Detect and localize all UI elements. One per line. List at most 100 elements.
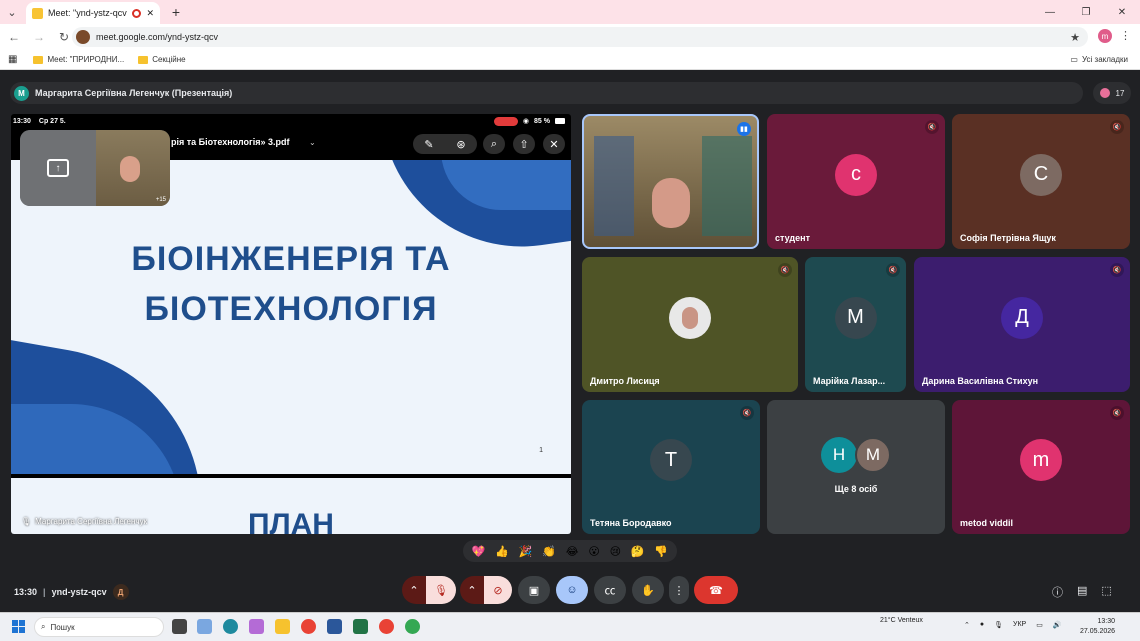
search-icon[interactable]: ⌕ — [483, 134, 505, 154]
all-bookmarks[interactable]: ▭ Усі закладки — [1070, 55, 1128, 64]
windows-start-icon[interactable] — [12, 620, 25, 633]
participant-name: Софія Петрівна Ящук — [960, 233, 1056, 243]
mic-toggle-button[interactable]: 🎙 — [426, 576, 456, 604]
emoji-icon: ☺ — [566, 584, 578, 596]
all-bookmarks-label: Усі закладки — [1081, 55, 1128, 64]
markup-icon[interactable]: ✎ — [424, 138, 433, 151]
folder-icon — [138, 55, 149, 64]
reaction-heart[interactable]: 💖 — [472, 545, 486, 558]
minimize-button[interactable]: — — [1032, 0, 1068, 24]
language-indicator[interactable]: УКР — [1013, 621, 1026, 629]
tab-title: Meet: "ynd-ystz-qcv" — [48, 8, 128, 18]
leave-call-button[interactable]: ☎ — [694, 576, 738, 604]
camera-toggle-button[interactable]: ⊘ — [484, 576, 512, 604]
back-button[interactable]: ← — [3, 26, 25, 48]
chrome-profile-icon[interactable] — [405, 619, 420, 634]
chrome-profile-icon[interactable] — [379, 619, 394, 634]
reaction-clap[interactable]: 👏 — [542, 545, 556, 558]
browser-tab[interactable]: Meet: "ynd-ystz-qcv" ✕ — [26, 2, 160, 24]
markup-tools[interactable]: ✎ ⊛ — [413, 134, 477, 154]
window-controls: — ❐ ✕ — [1032, 0, 1140, 24]
share-icon[interactable]: ⇧ — [513, 134, 535, 154]
new-tab-button[interactable]: + — [166, 2, 186, 22]
participant-tile[interactable]: М 🔇 Марійка Лазар... — [805, 257, 906, 392]
participant-name: Тетяна Бородавко — [590, 518, 672, 528]
presenter-name: Маргарита Сергіївна Легенчук — [35, 517, 148, 526]
participants-avatar-icon — [1099, 88, 1110, 98]
battery-level: 85 % — [534, 117, 550, 125]
microphone-icon[interactable]: 🎙 — [994, 621, 1003, 629]
reactions-button[interactable]: ☺ — [556, 576, 588, 604]
tray-app-icon[interactable]: ● — [980, 621, 984, 629]
participants-button[interactable]: 17 — [1093, 82, 1131, 104]
activities-icon[interactable]: ⬚ — [1101, 584, 1111, 600]
info-icon[interactable]: ⓘ — [1052, 584, 1063, 600]
taskbar-search[interactable]: ⌕ Пошук — [34, 617, 164, 637]
chevron-up-icon[interactable]: ⌃ — [964, 621, 970, 629]
url-field[interactable]: meet.google.com/ynd-ystz-qcv ★ — [72, 27, 1088, 47]
audio-options-button[interactable]: ⌃ — [402, 576, 426, 604]
pen-icon[interactable]: ⊛ — [456, 138, 465, 151]
taskbar-clock[interactable]: 13:30 27.05.2026 — [1080, 617, 1115, 637]
copilot-icon[interactable] — [249, 619, 264, 634]
raise-hand-button[interactable]: ✋ — [632, 576, 664, 604]
slide-title-line: БІОТЕХНОЛОГІЯ — [144, 290, 438, 328]
document-name: рія та Біотехнологія» 3.pdf — [171, 137, 290, 147]
site-info-icon[interactable] — [76, 30, 90, 44]
presenter-label: Маргарита Сергіївна Легенчук (Презентаці… — [35, 88, 233, 98]
presenter-bar[interactable]: M Маргарита Сергіївна Легенчук (Презента… — [10, 82, 1083, 104]
participant-tile[interactable]: m 🔇 metod viddil — [952, 400, 1130, 534]
video-options-button[interactable]: ⌃ — [460, 576, 484, 604]
pip-expand-button[interactable]: ↑ — [20, 130, 96, 206]
apps-grid-icon[interactable]: ▦ — [8, 54, 17, 65]
weather-widget[interactable]: 21°C Venteux — [880, 617, 923, 624]
browser-tab-bar: ⌄ Meet: "ynd-ystz-qcv" ✕ + — ❐ ✕ — [0, 0, 1140, 24]
excel-icon[interactable] — [353, 619, 368, 634]
captions-icon: ㏄ — [604, 585, 616, 597]
pip-face — [120, 156, 140, 182]
more-options-button[interactable]: ⋮ — [669, 576, 689, 604]
bookmark-item[interactable]: Секційне — [138, 55, 186, 64]
reaction-thinking[interactable]: 🤔 — [631, 545, 645, 558]
maximize-button[interactable]: ❐ — [1068, 0, 1104, 24]
reaction-thumbs-down[interactable]: 👎 — [654, 545, 668, 558]
participant-tile[interactable]: Д 🔇 Дарина Василівна Стихун — [914, 257, 1130, 392]
widgets-icon[interactable] — [197, 619, 212, 634]
word-icon[interactable] — [327, 619, 342, 634]
edge-icon[interactable] — [223, 619, 238, 634]
expand-icon: ↑ — [47, 159, 69, 177]
more-participants-tile[interactable]: Н М Ще 8 осіб — [767, 400, 945, 534]
participant-tile[interactable]: 🔇 Дмитро Лисиця — [582, 257, 798, 392]
participant-tile[interactable]: С 🔇 Софія Петрівна Ящук — [952, 114, 1130, 249]
forward-button[interactable]: → — [28, 26, 50, 48]
task-view-icon[interactable] — [172, 619, 187, 634]
profile-avatar[interactable]: m — [1098, 29, 1112, 43]
browser-menu-icon[interactable]: ⋮ — [1120, 29, 1131, 42]
reaction-sad[interactable]: 😢 — [610, 545, 621, 558]
tab-search-icon[interactable]: ⌄ — [0, 0, 24, 24]
close-window-button[interactable]: ✕ — [1104, 0, 1140, 24]
reaction-laugh[interactable]: 😂 — [566, 545, 579, 558]
participant-tile[interactable]: Т 🔇 Тетяна Бородавко — [582, 400, 760, 534]
chrome-icon[interactable] — [301, 619, 316, 634]
reaction-party[interactable]: 🎉 — [519, 545, 533, 558]
participant-tile[interactable]: с 🔇 студент — [767, 114, 945, 249]
pip-window[interactable]: ↑ +15 — [20, 130, 170, 206]
present-button[interactable]: ▣ — [518, 576, 550, 604]
participant-tile-video[interactable]: ▮▮ — [582, 114, 759, 249]
mic-off-icon: 🔇 — [1110, 263, 1124, 277]
close-tab-icon[interactable]: ✕ — [146, 8, 154, 19]
bookmark-item[interactable]: Meet: "ПРИРОДНИ... — [33, 55, 124, 64]
reaction-surprised[interactable]: 😮 — [588, 545, 599, 558]
chat-icon[interactable]: ▤ — [1077, 584, 1087, 600]
network-icon[interactable]: ▭ — [1036, 621, 1043, 629]
pip-video: +15 — [96, 130, 170, 206]
bookmark-star-icon[interactable]: ★ — [1070, 31, 1080, 44]
video-shelf — [702, 136, 752, 236]
reaction-thumbs-up[interactable]: 👍 — [495, 545, 509, 558]
close-icon[interactable]: ✕ — [543, 134, 565, 154]
participant-photo — [669, 296, 711, 339]
captions-button[interactable]: ㏄ — [594, 576, 626, 604]
volume-icon[interactable]: 🔊 — [1053, 621, 1062, 629]
file-explorer-icon[interactable] — [275, 619, 290, 634]
